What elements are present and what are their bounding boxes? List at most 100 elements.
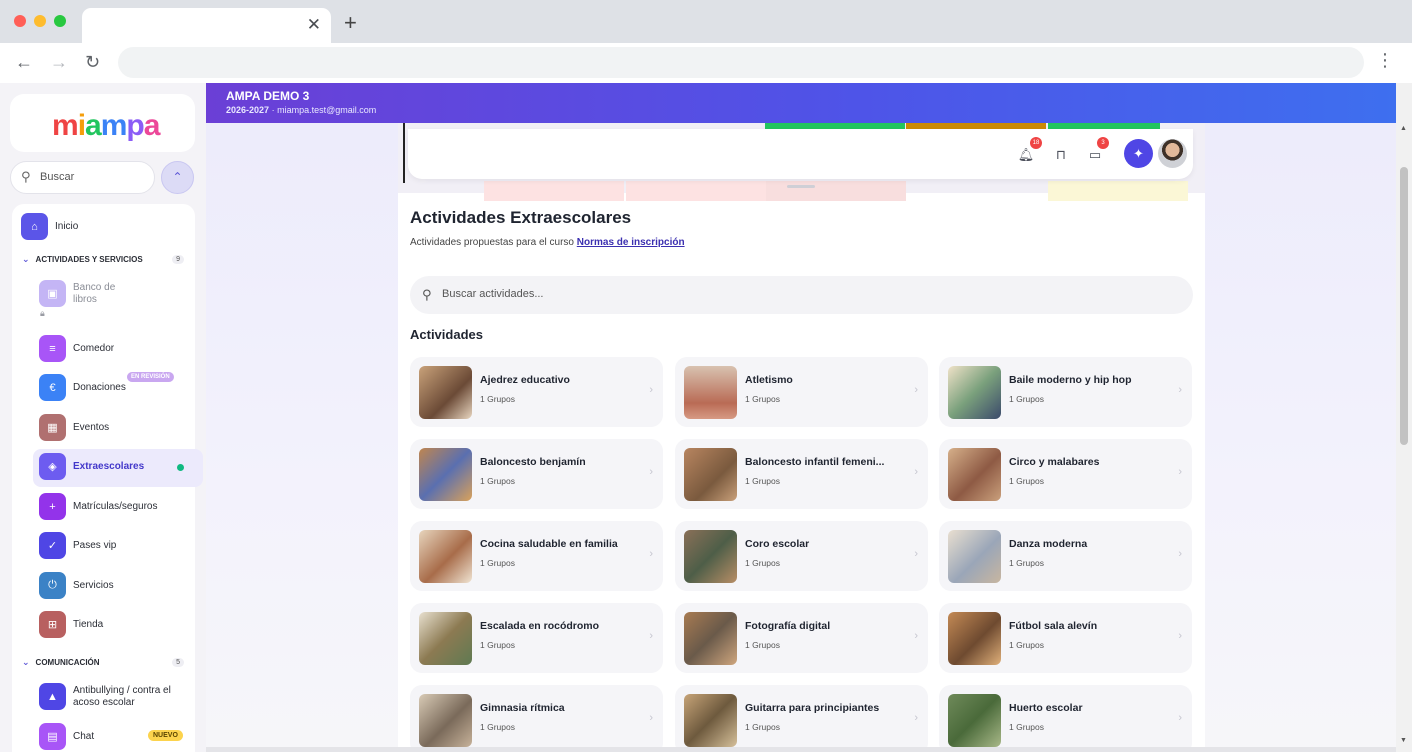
shopping-bag-icon[interactable]: ⊓ <box>1051 145 1071 165</box>
activity-name: Huerto escolar <box>1009 702 1083 714</box>
activity-name: Escalada en rocódromo <box>480 620 600 632</box>
calendar-icon: ▦ <box>39 414 66 441</box>
sidebar-item-inicio[interactable]: ⌂ Inicio <box>21 213 78 240</box>
activity-thumbnail <box>948 694 1001 747</box>
activity-card[interactable]: Fútbol sala alevín 1 Grupos › <box>939 603 1192 673</box>
activity-groups: 1 Grupos <box>745 558 780 568</box>
lock-icon: 🔒︎ <box>40 308 45 318</box>
activity-card[interactable]: Gimnasia rítmica 1 Grupos › <box>410 685 663 752</box>
sidebar-search-placeholder: Buscar <box>40 171 75 183</box>
sidebar-item-banco-libros[interactable]: ▣ Banco de libros <box>39 280 129 307</box>
chevron-right-icon: › <box>649 466 653 478</box>
activity-groups: 1 Grupos <box>1009 476 1044 486</box>
activity-card[interactable]: Huerto escolar 1 Grupos › <box>939 685 1192 752</box>
activity-thumbnail <box>948 612 1001 665</box>
activity-thumbnail <box>948 448 1001 501</box>
activity-card[interactable]: Fotografía digital 1 Grupos › <box>675 603 928 673</box>
forward-icon[interactable]: → <box>50 51 68 73</box>
new-tab-button[interactable]: + <box>344 12 357 34</box>
sidebar-item-matriculas[interactable]: + Matrículas/seguros <box>39 493 157 520</box>
background-decoration <box>1048 181 1188 201</box>
action-toolbar: 🔔︎ 18 ⊓ ▭ 3 ✦ <box>408 129 1193 179</box>
section-count: 5 <box>172 658 184 667</box>
horizontal-scrollbar[interactable] <box>206 747 1396 752</box>
logo-container[interactable]: miampa <box>10 94 195 152</box>
activity-card[interactable]: Ajedrez educativo 1 Grupos › <box>410 357 663 427</box>
activities-search-input[interactable]: ⚲ Buscar actividades... <box>410 276 1193 314</box>
background-decoration <box>484 181 624 201</box>
close-window-button[interactable] <box>14 15 26 27</box>
activity-name: Fotografía digital <box>745 620 831 632</box>
activity-card[interactable]: Danza moderna 1 Grupos › <box>939 521 1192 591</box>
section-actividades-servicios[interactable]: ⌄ ACTIVIDADES Y SERVICIOS 9 <box>22 254 184 265</box>
sidebar-item-donaciones[interactable]: € Donaciones <box>39 374 126 401</box>
sidebar-item-tienda[interactable]: ⊞ Tienda <box>39 611 103 638</box>
sidebar-item-chat[interactable]: ▤ Chat <box>39 723 94 750</box>
activity-card[interactable]: Coro escolar 1 Grupos › <box>675 521 928 591</box>
activity-name: Circo y malabares <box>1009 456 1100 468</box>
activity-groups: 1 Grupos <box>1009 640 1044 650</box>
activity-card[interactable]: Baloncesto infantil femeni... 1 Grupos › <box>675 439 928 509</box>
scrollbar-thumb[interactable] <box>1400 167 1408 445</box>
activity-card[interactable]: Atletismo 1 Grupos › <box>675 357 928 427</box>
reload-icon[interactable]: ↻ <box>85 51 100 73</box>
subtitle-text: Actividades propuestas para el curso <box>410 237 574 248</box>
chevron-right-icon: › <box>649 548 653 560</box>
collapse-sections-button[interactable]: ⌃ <box>161 161 194 194</box>
activity-thumbnail <box>684 448 737 501</box>
power-icon: ⏻ <box>39 572 66 599</box>
address-bar[interactable] <box>118 47 1364 78</box>
close-tab-icon[interactable]: ✕ <box>307 15 321 35</box>
sidebar-item-label: Banco de libros <box>73 281 116 305</box>
org-name: AMPA DEMO 3 <box>226 89 310 103</box>
activity-card[interactable]: Guitarra para principiantes 1 Grupos › <box>675 685 928 752</box>
chevron-right-icon: › <box>649 384 653 396</box>
minimize-window-button[interactable] <box>34 15 46 27</box>
activity-groups: 1 Grupos <box>745 476 780 486</box>
drawer-handle[interactable] <box>787 185 815 188</box>
activity-name: Danza moderna <box>1009 538 1088 550</box>
warning-icon: ▲ <box>39 683 66 710</box>
sidebar-item-eventos[interactable]: ▦ Eventos <box>39 414 109 441</box>
activity-card[interactable]: Baile moderno y hip hop 1 Grupos › <box>939 357 1192 427</box>
chevron-right-icon: › <box>1178 630 1182 642</box>
sidebar-item-extraescolares[interactable]: ◈ Extraescolares <box>39 453 144 480</box>
sidebar-item-label: Pases vip <box>73 540 117 551</box>
chevron-right-icon: › <box>1178 384 1182 396</box>
activity-name: Guitarra para principiantes <box>745 702 880 714</box>
enrollment-rules-link[interactable]: Normas de inscripción <box>577 237 685 248</box>
sidebar-item-label: Antibullying / contra el acoso escolar <box>73 684 171 708</box>
scroll-down-icon[interactable]: ▼ <box>1400 737 1407 744</box>
maximize-window-button[interactable] <box>54 15 66 27</box>
vertical-scrollbar[interactable]: ▲ ▼ <box>1396 83 1412 752</box>
search-icon: ⚲ <box>21 169 31 184</box>
sidebar-item-pases-vip[interactable]: ✓ Pases vip <box>39 532 116 559</box>
activity-thumbnail <box>419 694 472 747</box>
plus-square-icon: + <box>39 493 66 520</box>
activity-thumbnail <box>419 612 472 665</box>
chevron-right-icon: › <box>914 466 918 478</box>
activity-card[interactable]: Baloncesto benjamín 1 Grupos › <box>410 439 663 509</box>
activity-thumbnail <box>684 612 737 665</box>
scroll-up-icon[interactable]: ▲ <box>1400 125 1407 132</box>
ai-sparkle-button[interactable]: ✦ <box>1124 139 1153 168</box>
activity-card[interactable]: Cocina saludable en familia 1 Grupos › <box>410 521 663 591</box>
background-decoration <box>626 181 766 201</box>
sidebar-item-comedor[interactable]: ≡ Comedor <box>39 335 114 362</box>
activity-card[interactable]: Circo y malabares 1 Grupos › <box>939 439 1192 509</box>
chevron-down-icon: ⌄ <box>22 657 30 667</box>
page-title: Actividades Extraescolares <box>410 208 632 227</box>
chevron-right-icon: › <box>1178 712 1182 724</box>
user-avatar[interactable] <box>1158 139 1187 168</box>
section-comunicacion[interactable]: ⌄ COMUNICACIÓN 5 <box>22 657 184 668</box>
section-count: 9 <box>172 255 184 264</box>
browser-tab[interactable]: ✕ <box>82 8 331 44</box>
back-icon[interactable]: ← <box>15 51 33 73</box>
section-title: COMUNICACIÓN <box>35 658 100 667</box>
activity-card[interactable]: Escalada en rocódromo 1 Grupos › <box>410 603 663 673</box>
sidebar-search-input[interactable]: ⚲ Buscar <box>10 161 155 194</box>
browser-menu-icon[interactable]: ⋮ <box>1376 50 1394 71</box>
sidebar-item-servicios[interactable]: ⏻ Servicios <box>39 572 114 599</box>
sidebar-item-antibullying[interactable]: ▲ Antibullying / contra el acoso escolar <box>39 683 191 710</box>
background-decoration <box>403 123 405 183</box>
